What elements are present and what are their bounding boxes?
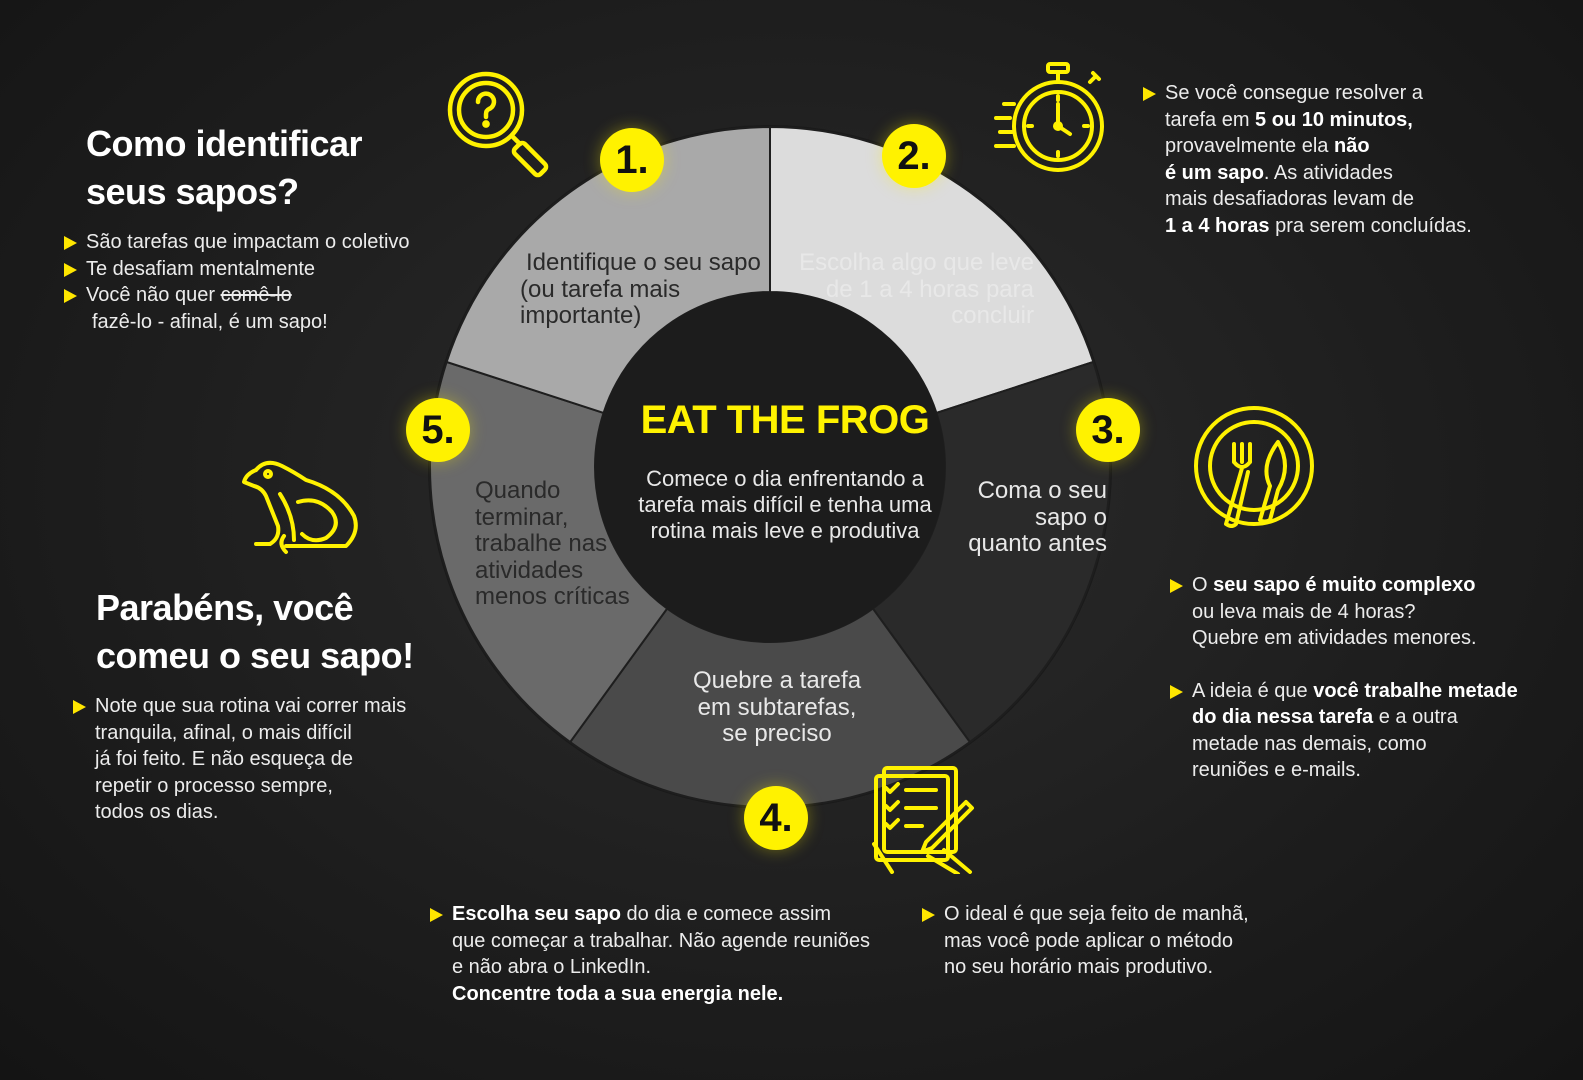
step-2-badge: 2. bbox=[882, 124, 946, 188]
step-4-line2: em subtarefas, bbox=[697, 693, 857, 721]
tip-choose-bullet: Escolha seu sapo do dia e comece assim q… bbox=[428, 901, 888, 1007]
tip-complex-b2-line3: metade nas demais, como bbox=[1192, 732, 1427, 755]
step-4-label: Quebre a tarefa em subtarefas, se precis… bbox=[660, 667, 894, 748]
tip-complex-b2-pre: A ideia é que bbox=[1192, 679, 1314, 702]
tip-complex-b2-bold2: do dia nessa tarefa bbox=[1192, 706, 1374, 728]
tip-complex-b2-bold1: você trabalhe metade bbox=[1313, 679, 1518, 702]
step-1-line2: (ou tarefa mais bbox=[520, 275, 681, 303]
tip-choose-text1: do dia e comece assim bbox=[620, 903, 832, 925]
congrats-title: Parabéns, você comeu o seu sapo! bbox=[96, 584, 476, 680]
tip-morning-line3: no seu horário mais produtivo. bbox=[944, 956, 1214, 978]
identify-continuation: fazê-lo - afinal, é um sapo! bbox=[92, 310, 328, 333]
step-3-line3: quanto antes bbox=[968, 530, 1107, 557]
tip-time-line3-pre: provavelmente ela bbox=[1165, 135, 1334, 157]
tip-complex-bullet-1: O seu sapo é muito complexo ou leva mais… bbox=[1168, 572, 1568, 652]
tip-complex: O seu sapo é muito complexo ou leva mais… bbox=[1168, 572, 1568, 784]
congrats-note-line3: já foi feito. E não esqueça de bbox=[95, 748, 353, 770]
step-5-line4: atividades bbox=[475, 556, 584, 584]
tip-complex-b2-line4: reuniões e e-mails. bbox=[1192, 759, 1361, 781]
identify-bullet-3: Você não quer comê-lo fazê-lo - afinal, é… bbox=[62, 282, 442, 335]
tip-morning: O ideal é que seja feito de manhã, mas v… bbox=[920, 901, 1280, 981]
tip-time-line1: Se você consegue resolver a bbox=[1165, 82, 1423, 104]
identify-title-line2: seus sapos? bbox=[86, 171, 299, 212]
tip-complex-b2-post: e a outra bbox=[1373, 706, 1458, 728]
tip-choose-line3: e não abra o LinkedIn. bbox=[452, 956, 652, 978]
congrats-note-line2: tranquila, afinal, o mais difícil bbox=[95, 721, 352, 744]
congrats-note-line5: todos os dias. bbox=[95, 801, 219, 823]
checklist-pen-icon bbox=[872, 764, 976, 874]
step-1-line1: Identifique o seu sapo bbox=[526, 249, 761, 276]
center-title: EAT THE FROG bbox=[640, 398, 930, 442]
congrats-note-line1: Note que sua rotina vai correr mais bbox=[95, 695, 407, 717]
tip-morning-line1: O ideal é que seja feito de manhã, bbox=[944, 903, 1249, 925]
step-2-line1: Escolha algo que leve bbox=[799, 249, 1034, 276]
identify-title-line1: Como identificar bbox=[86, 123, 363, 164]
center-subtitle: Comece o dia enfrentando a tarefa mais d… bbox=[618, 466, 952, 544]
tip-complex-b1-pre: O bbox=[1192, 574, 1214, 596]
tip-complex-b1-line3: Quebre em atividades menores. bbox=[1192, 627, 1477, 649]
step-4-line3: se preciso bbox=[722, 720, 832, 747]
identify-title: Como identificar seus sapos? bbox=[86, 120, 446, 216]
identify-section: Como identificar seus sapos? bbox=[86, 120, 446, 216]
step-1-line3: importante) bbox=[520, 302, 642, 329]
tip-complex-bullet-2: A ideia é que você trabalhe metade do di… bbox=[1168, 678, 1568, 784]
step-3-badge: 3. bbox=[1076, 398, 1140, 462]
identify-strikethrough: comê-lo bbox=[220, 284, 292, 306]
step-3-label: Coma o seu sapo o quanto antes bbox=[940, 477, 1107, 558]
step-1-badge: 1. bbox=[600, 128, 664, 192]
tip-choose: Escolha seu sapo do dia e comece assim q… bbox=[428, 901, 888, 1007]
tip-time-line6-post: pra serem concluídas. bbox=[1269, 214, 1472, 237]
step-1-label: Identifique o seu sapo (ou tarefa mais i… bbox=[520, 249, 770, 330]
tip-time-line4-post: . As atividades bbox=[1263, 161, 1393, 184]
congrats-section: Parabéns, você comeu o seu sapo! bbox=[96, 584, 476, 680]
tip-choose-bold1: Escolha seu sapo bbox=[452, 903, 621, 925]
frog-icon bbox=[240, 458, 362, 556]
step-5-line5: menos críticas bbox=[475, 583, 630, 610]
tip-time-line2-bold: 5 ou 10 minutos, bbox=[1255, 108, 1413, 131]
step-4-line1: Quebre a tarefa bbox=[692, 667, 862, 694]
tip-time-line4-bold: é um sapo bbox=[1165, 161, 1264, 184]
congrats-note: Note que sua rotina vai correr mais tran… bbox=[71, 693, 451, 826]
tip-time-line5: mais desafiadoras levam de bbox=[1165, 188, 1415, 210]
step-2-line3: concluir bbox=[951, 302, 1034, 329]
tip-morning-bullet: O ideal é que seja feito de manhã, mas v… bbox=[920, 901, 1280, 981]
congrats-title-line2: comeu o seu sapo! bbox=[96, 635, 414, 676]
tip-time-bullet: Se você consegue resolver a tarefa em 5 … bbox=[1141, 80, 1581, 239]
tip-time-line6-bold: 1 a 4 horas bbox=[1165, 214, 1270, 237]
identify-bullets: São tarefas que impactam o coletivo Te d… bbox=[62, 229, 442, 335]
plate-cutlery-icon bbox=[1192, 404, 1316, 528]
congrats-note-bullet: Note que sua rotina vai correr mais tran… bbox=[71, 693, 451, 826]
tip-time-line3-bold: não bbox=[1333, 135, 1370, 157]
step-3-line2: sapo o bbox=[1034, 503, 1107, 531]
center-subtitle-line2: tarefa mais difícil e tenha uma bbox=[638, 492, 932, 517]
tip-morning-line2: mas você pode aplicar o método bbox=[944, 929, 1234, 952]
tip-choose-line2: que começar a trabalhar. Não agende reun… bbox=[452, 929, 871, 952]
tip-time: Se você consegue resolver a tarefa em 5 … bbox=[1141, 80, 1581, 239]
identify-bullet-2: Te desafiam mentalmente bbox=[62, 256, 442, 283]
step-4-badge: 4. bbox=[744, 786, 808, 850]
step-5-line2: terminar, bbox=[475, 503, 569, 531]
step-2-line2: de 1 a 4 horas para bbox=[825, 275, 1034, 303]
congrats-note-line4: repetir o processo sempre, bbox=[95, 774, 333, 797]
step-5-badge: 5. bbox=[406, 398, 470, 462]
tip-complex-b1-bold: seu sapo é muito complexo bbox=[1213, 574, 1476, 596]
tip-choose-bold-last: Concentre toda a sua energia nele. bbox=[452, 982, 784, 1005]
center-subtitle-line1: Comece o dia enfrentando a bbox=[646, 466, 924, 491]
tip-time-line2-pre: tarefa em bbox=[1165, 108, 1256, 131]
step-2-label: Escolha algo que leve de 1 a 4 horas par… bbox=[782, 249, 1034, 330]
congrats-title-line1: Parabéns, você bbox=[96, 587, 354, 628]
identify-bullet-3-text: Você não quer bbox=[86, 284, 221, 306]
step-5-line3: trabalhe nas bbox=[475, 530, 608, 557]
center-subtitle-line3: rotina mais leve e produtiva bbox=[650, 518, 920, 543]
step-5-line1: Quando bbox=[475, 477, 561, 504]
step-3-line1: Coma o seu bbox=[977, 477, 1107, 504]
step-5-label: Quando terminar, trabalhe nas atividades… bbox=[475, 477, 645, 611]
tip-complex-b1-line2: ou leva mais de 4 horas? bbox=[1192, 600, 1416, 623]
identify-bullet-1: São tarefas que impactam o coletivo bbox=[62, 229, 442, 256]
